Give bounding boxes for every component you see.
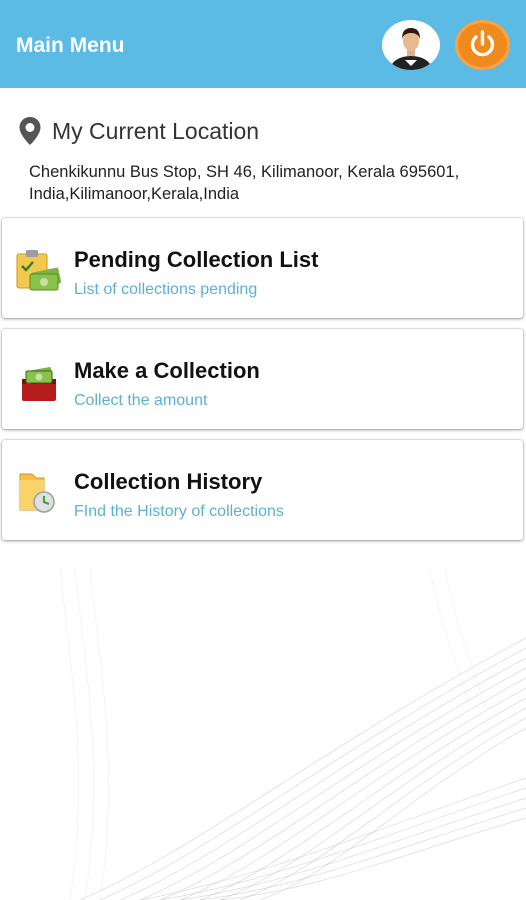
app-bar: Main Menu [0, 0, 526, 88]
money-box-icon [22, 367, 56, 401]
power-button[interactable] [455, 20, 510, 70]
menu-item-make-a-collection[interactable]: Make a Collection Collect the amount [2, 329, 523, 429]
location-address: Chenkikunnu Bus Stop, SH 46, Kilimanoor,… [29, 163, 460, 203]
menu-item-title: Collection History [74, 469, 263, 494]
current-location-section: My Current Location Chenkikunnu Bus Stop… [0, 88, 526, 216]
page-title: Main Menu [16, 34, 125, 57]
menu-item-subtitle: List of collections pending [74, 281, 258, 298]
menu-item-title: Pending Collection List [74, 247, 319, 272]
user-avatar-icon [391, 28, 431, 70]
menu-item-subtitle: Collect the amount [74, 392, 208, 409]
profile-button[interactable] [382, 20, 440, 70]
menu-item-pending-collection-list[interactable]: Pending Collection List List of collecti… [2, 218, 523, 318]
power-icon [470, 30, 495, 57]
clipboard-money-icon [16, 250, 61, 291]
menu-item-collection-history[interactable]: Collection History FInd the History of c… [2, 440, 523, 540]
menu-item-subtitle: FInd the History of collections [74, 503, 284, 520]
map-pin-icon [19, 117, 41, 145]
folder-history-icon [19, 473, 55, 513]
location-title: My Current Location [52, 118, 260, 144]
background-wave-decoration [59, 567, 526, 900]
menu-item-title: Make a Collection [74, 358, 260, 383]
